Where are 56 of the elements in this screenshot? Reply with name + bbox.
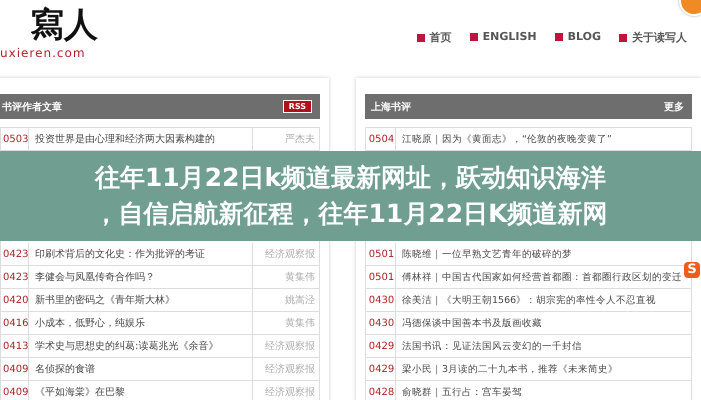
article-link[interactable]: 傅林祥｜中国古代国家如何经营首都圈：首都圈行政区划的变迁 <box>396 266 682 288</box>
bullet-icon <box>619 34 627 42</box>
author-cell: 经济观察报 <box>252 358 319 380</box>
author-cell: 姚嵩泾 <box>252 289 319 311</box>
panel-title: 上海书评 <box>371 100 411 114</box>
nav-link[interactable]: 首页 <box>416 30 452 45</box>
author-cell: 经济观察报 <box>252 335 319 357</box>
article-link[interactable]: 江晓原｜因为《黄面志》，“伦敦的夜晚变黄了” <box>396 128 612 150</box>
site-logo[interactable]: 寫人 <box>30 4 98 46</box>
article-link[interactable]: 小成本，低野心，纯娱乐 <box>29 312 252 334</box>
nav-link[interactable]: 关于读写人 <box>619 30 687 45</box>
date-cell: 0416 <box>1 312 29 334</box>
author-cell: 黄集伟 <box>252 266 319 288</box>
nav-link[interactable]: BLOG <box>554 30 601 43</box>
article-link[interactable]: 学术史与思想史的纠葛:读葛兆光《余音》 <box>29 335 252 357</box>
article-link[interactable]: 法国书讯：见证法国风云变幻的一千封信 <box>396 335 582 357</box>
panel-title: 书评作者文章 <box>2 100 62 114</box>
date-cell: 0428 <box>366 381 396 400</box>
date-cell: 0423 <box>1 266 29 288</box>
article-link[interactable]: 冯德保谈中国善本书及版画收藏 <box>396 312 542 334</box>
article-link[interactable]: 俞晓群｜五行占：宫车晏驾 <box>396 381 522 400</box>
date-cell: 0423 <box>1 243 29 265</box>
date-cell: 0409 <box>1 358 29 380</box>
article-link[interactable]: 《平如海棠》在巴黎 <box>29 381 252 400</box>
nav-link[interactable]: ENGLISH <box>470 30 537 43</box>
more-link[interactable]: 更多 <box>664 100 684 114</box>
date-cell: 0504 <box>366 128 396 150</box>
date-cell: 0429 <box>366 358 396 380</box>
author-cell: 经济观察报 <box>252 243 319 265</box>
date-cell: 0501 <box>366 266 396 288</box>
date-cell: 0501 <box>366 243 396 265</box>
article-link[interactable]: 李健会与凤凰传奇合作吗？ <box>29 266 252 288</box>
author-cell: 严杰夫 <box>252 128 319 150</box>
author-cell: 经济观察报 <box>252 381 319 400</box>
bullet-icon <box>470 32 478 40</box>
caption-line: 往年11月22日k频道最新网址，跃动知识海洋 <box>94 162 606 194</box>
date-cell: 0430 <box>366 312 396 334</box>
article-link[interactable]: 陈晓维｜一位早熟文艺青年的破碎的梦 <box>396 243 572 265</box>
article-link[interactable]: 印刷术背后的文化史：作为批评的考证 <box>29 243 252 265</box>
date-cell: 0429 <box>366 335 396 357</box>
date-cell: 0413 <box>1 335 29 357</box>
date-cell: 0420 <box>1 289 29 311</box>
bullet-icon <box>554 32 563 40</box>
bullet-icon <box>416 34 425 42</box>
caption-line: ，自信启航新征程，往年11月22日K频道新网 <box>94 198 608 230</box>
article-link[interactable]: 新书里的密码之《青年斯大林》 <box>29 289 252 311</box>
article-link[interactable]: 投资世界是由心理和经济两大因素构建的 <box>29 128 252 150</box>
article-link[interactable]: 徐美洁｜《大明王朝1566》：胡宗宪的率性令人不忍直视 <box>396 289 656 311</box>
rss-badge[interactable]: RSS <box>282 100 312 113</box>
date-cell: 0409 <box>1 381 29 400</box>
author-cell: 黄集伟 <box>252 312 319 334</box>
article-link[interactable]: 名侦探的食谱 <box>29 358 252 380</box>
site-domain: uxieren.com <box>0 46 87 60</box>
article-link[interactable]: 梁小民｜3月读的二十九本书，推荐《未来简史》 <box>396 358 618 380</box>
date-cell: 0503 <box>1 128 29 150</box>
date-cell: 0430 <box>366 289 396 311</box>
